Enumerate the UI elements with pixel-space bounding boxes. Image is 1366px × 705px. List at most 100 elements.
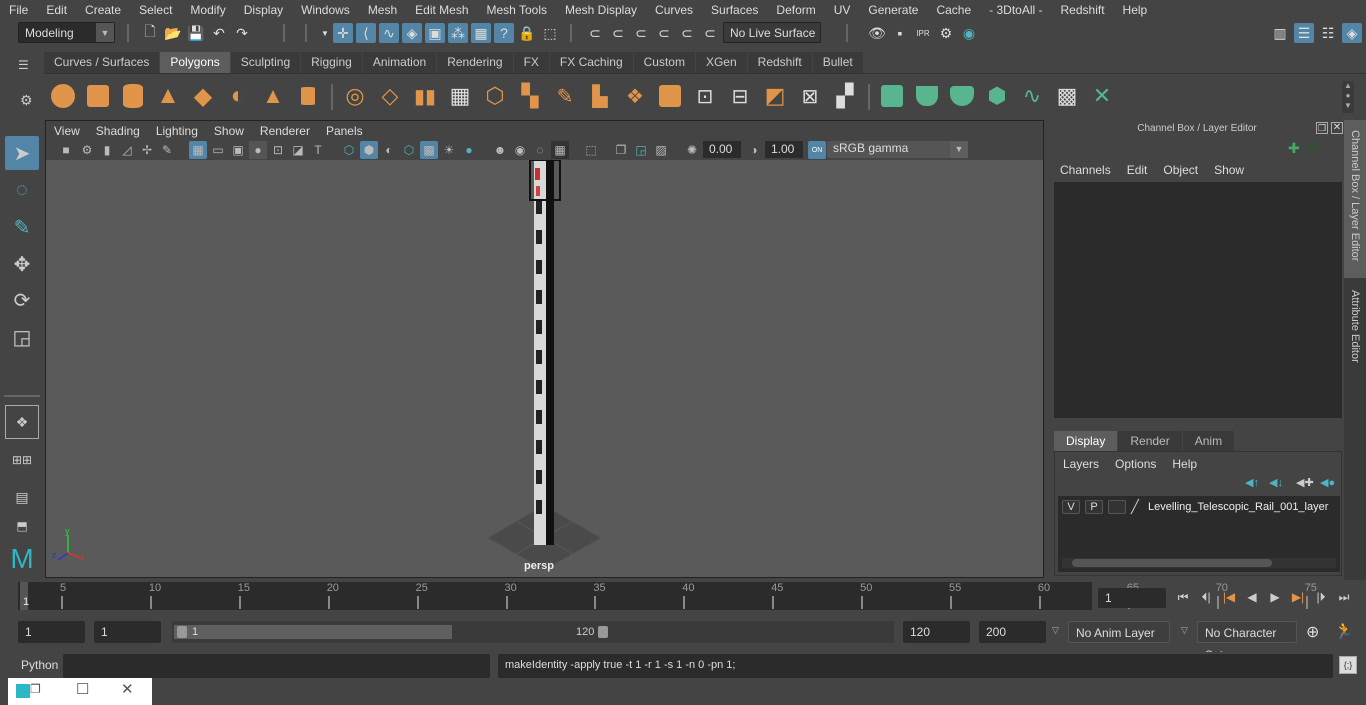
chevron-down-icon[interactable]: ▼	[315, 23, 335, 43]
attribute-editor-toggle-icon[interactable]: ☰	[1294, 23, 1314, 43]
target-weld-icon[interactable]: ⊟	[726, 82, 754, 110]
playback-start-field[interactable]: 1	[94, 621, 161, 643]
xray-joints-icon[interactable]: ◉	[511, 141, 529, 159]
menu-deform[interactable]: Deform	[767, 0, 824, 20]
layer-tab-render[interactable]: Render	[1118, 431, 1182, 451]
menu-surfaces[interactable]: Surfaces	[702, 0, 767, 20]
vp-menu-show[interactable]: Show	[206, 124, 252, 138]
poly-plane-icon[interactable]: ◆	[189, 82, 217, 110]
menu-file[interactable]: File	[0, 0, 37, 20]
fill-hole-icon[interactable]	[659, 85, 681, 107]
new-layer-selected-icon[interactable]: ◀●	[1320, 476, 1335, 489]
shelf-tab-bullet[interactable]: Bullet	[812, 52, 864, 73]
render-options-icon[interactable]: ⚙	[936, 23, 956, 43]
highlight-selection-icon[interactable]: ⬚	[540, 23, 560, 43]
bridge-icon[interactable]: ▙	[586, 82, 614, 110]
lasso-select-icon[interactable]: ◌	[5, 173, 39, 207]
heads-up-display-icon[interactable]: ❐	[612, 141, 630, 159]
merge-icon[interactable]: ▞	[831, 82, 859, 110]
time-slider[interactable]: 1 51015202530354045505560657075808590951…	[18, 582, 1317, 610]
single-perspective-layout-icon[interactable]: ❖	[5, 405, 39, 439]
textured-icon[interactable]: ▩	[420, 141, 438, 159]
antialiasing-icon[interactable]: ▦	[551, 141, 569, 159]
safe-action-icon[interactable]: ◪	[289, 141, 307, 159]
step-back-key-icon[interactable]: |◀	[1220, 588, 1238, 606]
poly-cone-icon[interactable]: ▲	[154, 82, 182, 110]
grid-icon[interactable]: ▦	[189, 141, 207, 159]
restore-icon[interactable]: ❐	[30, 682, 41, 696]
camera-attributes-icon[interactable]: ⚙	[78, 141, 96, 159]
smooth-shade-icon[interactable]: ⬢	[360, 141, 378, 159]
render-settings-icon[interactable]: 👁	[867, 23, 887, 43]
snap-curve-icon[interactable]: ⊂	[608, 23, 628, 43]
unfold-uv-icon[interactable]: ∿	[1018, 82, 1046, 110]
multi-cut-icon[interactable]: ✎	[551, 82, 579, 110]
move-layer-up-icon[interactable]: ◀↑	[1245, 476, 1259, 489]
side-tab-channel-box[interactable]: Channel Box / Layer Editor	[1344, 120, 1366, 278]
image-plane-icon[interactable]: ◿	[118, 141, 136, 159]
ipr-render-icon[interactable]: IPR	[913, 23, 933, 43]
layer-display-type-toggle[interactable]	[1108, 500, 1126, 514]
tool-settings-toggle-icon[interactable]: ☷	[1318, 23, 1338, 43]
shelf-tab-sculpting[interactable]: Sculpting	[230, 52, 302, 73]
range-slider-track[interactable]	[174, 625, 452, 639]
open-scene-icon[interactable]: 📂	[163, 23, 183, 43]
exposure-field[interactable]: 0.00	[703, 141, 741, 158]
menu-cache[interactable]: Cache	[927, 0, 980, 20]
shelf-tab-fx-caching[interactable]: FX Caching	[549, 52, 634, 73]
automatic-uv-icon[interactable]: ⬢	[983, 82, 1011, 110]
select-by-rendering-icon[interactable]: ▦	[471, 23, 491, 43]
side-tab-attribute-editor[interactable]: Attribute Editor	[1344, 280, 1366, 380]
animation-start-field[interactable]: 1	[18, 621, 85, 643]
layer-color-swatch[interactable]: ╱	[1131, 499, 1145, 515]
le-menu-help[interactable]: Help	[1164, 454, 1205, 474]
select-by-surface-icon[interactable]: ◈	[402, 23, 422, 43]
menu-edit-mesh[interactable]: Edit Mesh	[406, 0, 477, 20]
range-end-handle[interactable]	[598, 626, 608, 638]
poly-cylinder-icon[interactable]	[123, 84, 143, 108]
film-gate-icon[interactable]: ▭	[209, 141, 227, 159]
shelf-settings-gear-icon[interactable]: ⚙	[20, 92, 33, 109]
ambient-occlusion-icon[interactable]: ◌	[531, 141, 549, 159]
append-icon[interactable]: ❖	[621, 82, 649, 110]
undo-icon[interactable]: ↶	[209, 23, 229, 43]
graph-persp-layout-icon[interactable]: ⬒	[5, 515, 39, 537]
menu-mesh[interactable]: Mesh	[359, 0, 406, 20]
redo-icon[interactable]: ↷	[232, 23, 252, 43]
move-layer-down-icon[interactable]: ◀↓	[1269, 476, 1283, 489]
snap-view-plane-icon[interactable]: ⊂	[654, 23, 674, 43]
select-misc-icon[interactable]: ?	[494, 23, 514, 43]
planar-uv-icon[interactable]	[881, 85, 903, 107]
gamma-icon[interactable]: ◑	[745, 141, 763, 159]
menu-display[interactable]: Display	[235, 0, 292, 20]
layer-tab-anim[interactable]: Anim	[1182, 431, 1235, 451]
cylindrical-uv-icon[interactable]	[916, 86, 938, 106]
poly-sphere-icon[interactable]	[51, 84, 75, 108]
bevel-icon[interactable]: ⊡	[691, 82, 719, 110]
camera-icon[interactable]: ■	[57, 141, 75, 159]
shelf-tab-rigging[interactable]: Rigging	[301, 52, 363, 73]
mode-dropdown[interactable]: Modeling ▼	[18, 22, 115, 43]
menu-uv[interactable]: UV	[825, 0, 860, 20]
rotate-tool-icon[interactable]: ⟳	[5, 283, 39, 317]
layer-tab-display[interactable]: Display	[1054, 431, 1118, 451]
uv-editor-icon[interactable]: ▩	[1053, 82, 1081, 110]
isolate-select-icon[interactable]: ⬚	[582, 141, 600, 159]
chevron-down-icon[interactable]: ▽	[1181, 625, 1188, 636]
shelf-tab-custom[interactable]: Custom	[633, 52, 696, 73]
step-forward-key-icon[interactable]: ▶|	[1289, 588, 1307, 606]
paint-select-icon[interactable]: ✎	[5, 210, 39, 244]
wireframe-icon[interactable]: ⬡	[340, 141, 358, 159]
move-tool-icon[interactable]: ✥	[5, 247, 39, 281]
go-to-start-icon[interactable]: ⏮	[1174, 588, 1192, 606]
animation-end-field[interactable]: 200	[979, 621, 1046, 643]
cb-menu-object[interactable]: Object	[1155, 160, 1206, 180]
le-menu-layers[interactable]: Layers	[1055, 454, 1107, 474]
poly-torus-icon[interactable]: ◐	[224, 82, 252, 110]
character-set-dropdown[interactable]: No Character Set	[1197, 621, 1297, 662]
shelf-tab-redshift[interactable]: Redshift	[747, 52, 813, 73]
command-input[interactable]	[63, 654, 490, 678]
xray-icon[interactable]: ☻	[491, 141, 509, 159]
float-panel-icon[interactable]: ❐	[1316, 122, 1328, 134]
sync-icon[interactable]	[1306, 140, 1320, 154]
